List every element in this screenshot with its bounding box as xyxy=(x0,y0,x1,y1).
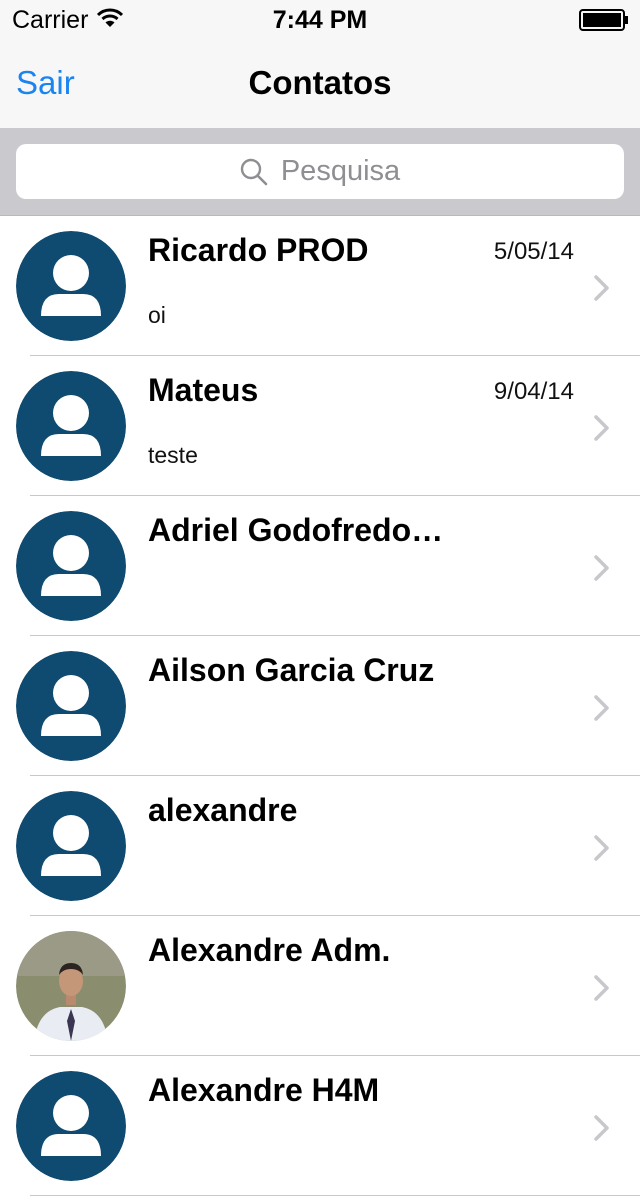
last-message-preview: oi xyxy=(148,302,166,328)
profile-photo xyxy=(16,931,126,1041)
chevron-right-icon xyxy=(594,1115,609,1141)
contact-row[interactable]: Mateus 9/04/14 teste xyxy=(0,356,640,496)
search-icon xyxy=(240,158,268,185)
default-person-icon xyxy=(16,1071,126,1181)
contact-row[interactable]: Ricardo PROD 5/05/14 oi xyxy=(0,216,640,356)
contact-name: Alexandre H4M xyxy=(148,1072,380,1108)
contact-name: Ricardo PROD xyxy=(148,232,369,268)
contact-name: Ailson Garcia Cruz xyxy=(148,652,435,688)
contact-row[interactable]: Ailson Garcia Cruz xyxy=(0,636,640,776)
default-person-icon xyxy=(16,231,126,341)
status-time: 7:44 PM xyxy=(272,6,368,34)
search-bar: Pesquisa xyxy=(0,128,640,216)
page-title: Contatos xyxy=(248,64,392,101)
chevron-right-icon xyxy=(594,695,609,721)
contact-row[interactable]: alexandre xyxy=(0,776,640,916)
chevron-right-icon xyxy=(594,555,609,581)
chevron-right-icon xyxy=(594,275,609,301)
chevron-right-icon xyxy=(594,975,609,1001)
last-message-date: 9/04/14 xyxy=(493,378,574,405)
default-person-icon xyxy=(16,371,126,481)
last-message-preview: teste xyxy=(148,442,198,468)
contact-name: Alexandre Adm. xyxy=(148,932,391,968)
default-person-icon xyxy=(16,791,126,901)
default-person-icon xyxy=(16,651,126,761)
contact-name: Adriel Godofredo… xyxy=(148,512,444,548)
contact-row[interactable]: Adriel Godofredo… xyxy=(0,496,640,636)
default-person-icon xyxy=(16,511,126,621)
battery-icon xyxy=(579,9,628,31)
last-message-date: 5/05/14 xyxy=(493,238,574,265)
chevron-right-icon xyxy=(594,415,609,441)
navigation-bar: Sair Contatos xyxy=(0,40,640,128)
search-input[interactable]: Pesquisa xyxy=(16,144,624,199)
contact-list: Ricardo PROD 5/05/14 oi Mateus 9/04/14 t… xyxy=(0,216,640,1196)
contact-name: alexandre xyxy=(148,792,298,828)
search-placeholder: Pesquisa xyxy=(280,155,401,187)
contact-row[interactable]: Alexandre H4M xyxy=(0,1056,640,1196)
status-bar: Carrier 7:44 PM xyxy=(0,0,640,40)
contact-name: Mateus xyxy=(148,372,259,408)
chevron-right-icon xyxy=(594,835,609,861)
contact-row[interactable]: Alexandre Adm. xyxy=(0,916,640,1056)
